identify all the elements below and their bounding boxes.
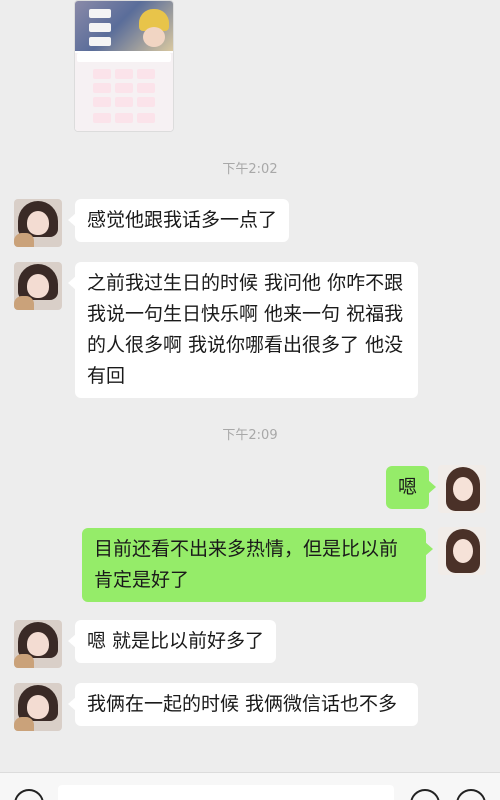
image-message[interactable]: [74, 0, 174, 132]
plus-icon[interactable]: [456, 789, 486, 800]
incoming-message-bubble[interactable]: 我俩在一起的时候 我俩微信话也不多: [68, 683, 418, 726]
timestamp: 下午2:02: [222, 162, 278, 177]
contact-avatar[interactable]: [14, 683, 62, 731]
input-bar: [0, 772, 500, 800]
contact-avatar[interactable]: [14, 199, 62, 247]
contact-avatar[interactable]: [14, 620, 62, 668]
incoming-message-bubble[interactable]: 嗯 就是比以前好多了: [67, 620, 277, 663]
contact-avatar[interactable]: [14, 262, 62, 310]
outgoing-message-bubble[interactable]: 嗯: [386, 466, 437, 509]
photo-thumbnail: [75, 1, 173, 51]
emoji-icon[interactable]: [410, 789, 440, 800]
keyboard-screenshot: [75, 53, 173, 131]
outgoing-message-bubble[interactable]: 目前还看不出来多热情，但是比以前肯定是好了: [82, 528, 433, 602]
incoming-message-bubble[interactable]: 感觉他跟我话多一点了: [67, 199, 290, 242]
message-input[interactable]: [58, 785, 394, 800]
my-avatar[interactable]: [438, 527, 486, 575]
voice-icon[interactable]: [14, 789, 44, 800]
incoming-message-bubble[interactable]: 之前我过生日的时候 我问他 你咋不跟我说一句生日快乐啊 他来一句 祝福我的人很多…: [68, 262, 418, 398]
chat-area[interactable]: 下午2:02 感觉他跟我话多一点了 之前我过生日的时候 我问他 你咋不跟我说一句…: [0, 0, 500, 772]
timestamp: 下午2:09: [222, 428, 278, 443]
my-avatar[interactable]: [438, 465, 486, 513]
